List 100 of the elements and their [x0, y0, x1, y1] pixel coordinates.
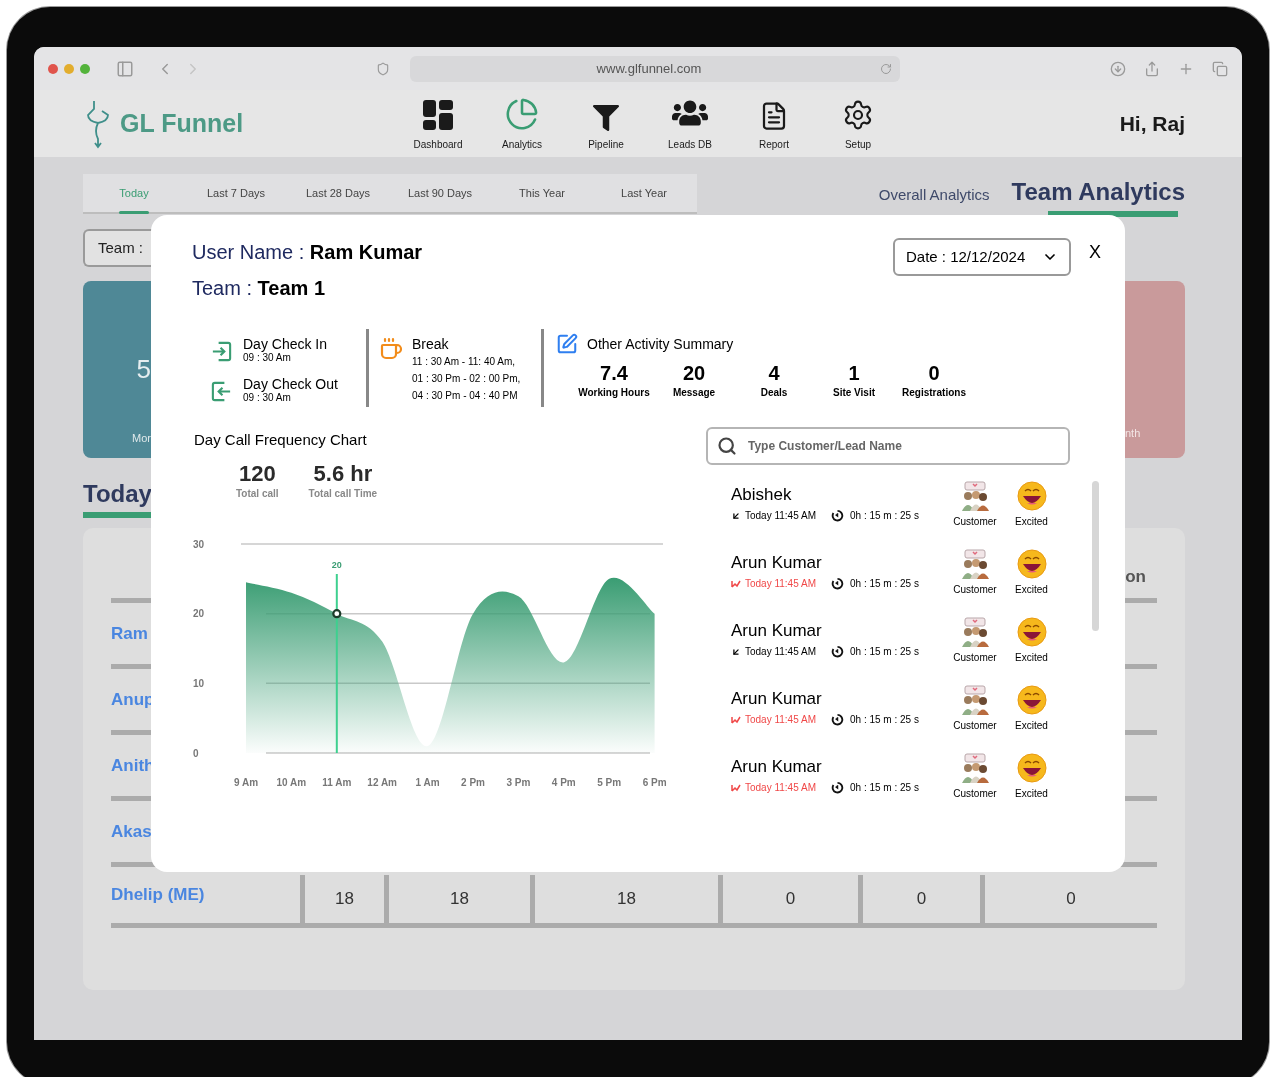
- range-tab[interactable]: Last Year: [593, 174, 695, 212]
- share-icon[interactable]: [1144, 60, 1160, 77]
- user-name-line: User Name : Ram Kumar: [192, 240, 424, 265]
- timer-icon: [831, 509, 844, 522]
- y-tick-label: 10: [193, 677, 205, 689]
- lead-type: Customer: [953, 651, 997, 665]
- y-tick-label: 30: [193, 538, 205, 549]
- funnel-icon: [593, 105, 619, 131]
- funnel-logo-icon: [86, 98, 112, 149]
- caller-name: Arun Kumar: [731, 621, 823, 641]
- caller-name: Arun Kumar: [731, 553, 823, 573]
- search-icon: [717, 436, 737, 456]
- x-tick-label: 6 Pm: [642, 776, 667, 788]
- incoming-call-icon: [731, 646, 741, 657]
- call-time: Today 11:45 AM: [745, 645, 816, 659]
- nav-item[interactable]: Report: [732, 95, 816, 152]
- x-tick-label: 4 Pm: [551, 776, 576, 788]
- call-stat-label: Total call Time: [308, 486, 378, 501]
- call-time: Today 11:45 AM: [745, 577, 816, 591]
- range-tab[interactable]: Last 90 Days: [389, 174, 491, 212]
- mood-label: Excited: [1015, 651, 1048, 665]
- stat-label: Site Visit: [832, 386, 876, 400]
- range-tab[interactable]: This Year: [491, 174, 593, 212]
- missed-call-icon: [731, 715, 741, 724]
- stat-value: 1: [848, 361, 860, 385]
- call-list-item[interactable]: Arun Kumar Today 11:45 AM 0h : 15 m : 25 s Customer Excited: [726, 751, 1084, 819]
- stat-value: 7.4: [600, 361, 628, 385]
- x-tick-label: 2 Pm: [461, 776, 485, 788]
- missed-call-icon: [731, 579, 741, 588]
- x-tick-label: 3 Pm: [506, 776, 531, 788]
- table-cell-text: 18: [450, 888, 469, 911]
- tab-underline: [119, 211, 149, 214]
- stat-caption: Mor: [132, 430, 151, 446]
- lead-type: Customer: [953, 787, 997, 801]
- check-out-icon: [210, 379, 233, 403]
- timer-icon: [831, 577, 844, 590]
- mood-label: Excited: [1015, 719, 1048, 733]
- x-tick-label: 9 Am: [233, 776, 259, 788]
- search-field[interactable]: Type Customer/Lead Name: [706, 427, 1070, 465]
- reload-icon[interactable]: [880, 62, 892, 75]
- call-list-item[interactable]: Arun Kumar Today 11:45 AM 0h : 15 m : 25 s Customer Excited: [726, 683, 1084, 751]
- people-icon: [960, 685, 990, 715]
- point-marker: [332, 608, 342, 618]
- call-time: Today 11:45 AM: [745, 781, 816, 795]
- pie-chart-icon: [505, 97, 539, 131]
- section-title: Today: [83, 479, 151, 509]
- grinning-face-icon: [1016, 753, 1047, 783]
- download-icon[interactable]: [1110, 60, 1126, 77]
- stat-value: 4: [768, 361, 780, 385]
- settings-icon: [842, 99, 874, 131]
- people-icon: [960, 753, 990, 783]
- call-time: Today 11:45 AM: [745, 713, 816, 727]
- break-time: 11 : 30 Am - 11: 40 Am,: [412, 355, 517, 369]
- greeting: Hi, Raj: [1119, 110, 1185, 137]
- call-duration: 0h : 15 m : 25 s: [850, 577, 919, 591]
- call-duration: 0h : 15 m : 25 s: [850, 713, 919, 727]
- table-cell-text: 0: [916, 888, 927, 911]
- stat-value: 5: [136, 353, 151, 386]
- activity-label: Break: [412, 335, 450, 353]
- nav-item[interactable]: Pipeline: [564, 95, 648, 152]
- people-icon: [960, 617, 990, 647]
- x-tick-label: 10 Am: [276, 776, 307, 788]
- range-tab[interactable]: Last 28 Days: [287, 174, 389, 212]
- call-duration: 0h : 15 m : 25 s: [850, 781, 919, 795]
- y-tick-label: 20: [193, 607, 205, 619]
- call-stat-value: 5.6 hr: [313, 461, 373, 486]
- activity-time: 09 : 30 Am: [243, 352, 292, 365]
- call-list-item[interactable]: Arun Kumar Today 11:45 AM 0h : 15 m : 25 s Customer Excited: [726, 615, 1084, 683]
- sidebar-icon[interactable]: [116, 59, 134, 78]
- break-time: 01 : 30 Pm - 02 : 00 Pm,: [412, 372, 521, 386]
- people-icon: [960, 549, 990, 579]
- stat-value: 0: [928, 361, 940, 385]
- nav-item[interactable]: Dashboard: [396, 95, 480, 152]
- date-dropdown[interactable]: Date : 12/12/2024: [893, 238, 1071, 276]
- call-time: Today 11:45 AM: [745, 509, 816, 523]
- shield-icon[interactable]: [376, 61, 390, 76]
- table-cell-text: 18: [335, 888, 354, 911]
- column-header: on: [1125, 566, 1146, 589]
- team-line: Team : Team 1: [192, 276, 327, 301]
- range-tab[interactable]: Last 7 Days: [185, 174, 287, 212]
- table-cell-text: 0: [785, 888, 796, 911]
- nav-item[interactable]: Setup: [816, 95, 900, 152]
- call-list-item[interactable]: Arun Kumar Today 11:45 AM 0h : 15 m : 25 s Customer Excited: [726, 547, 1084, 615]
- stat-label: Working Hours: [578, 386, 650, 400]
- view-tab[interactable]: Overall Analytics: [878, 183, 990, 206]
- grinning-face-icon: [1016, 617, 1047, 647]
- timer-icon: [831, 781, 844, 794]
- reference-line-label: 20: [331, 559, 342, 570]
- mood-label: Excited: [1015, 787, 1048, 801]
- call-list-item[interactable]: Abishek Today 11:45 AM 0h : 15 m : 25 s Customer Excited: [726, 479, 1084, 547]
- incoming-call-icon: [731, 510, 741, 521]
- stat-value: 20: [682, 361, 706, 385]
- activity-time: 09 : 30 Am: [243, 392, 292, 405]
- scrollbar[interactable]: [1092, 481, 1099, 631]
- close-button[interactable]: X: [1089, 239, 1101, 266]
- stat-caption: nth: [1125, 425, 1141, 441]
- address-bar[interactable]: www.glfunnel.com: [410, 55, 900, 82]
- nav-item[interactable]: Analytics: [480, 95, 564, 152]
- tabs-icon[interactable]: [1212, 60, 1228, 77]
- nav-item[interactable]: Leads DB: [648, 95, 732, 152]
